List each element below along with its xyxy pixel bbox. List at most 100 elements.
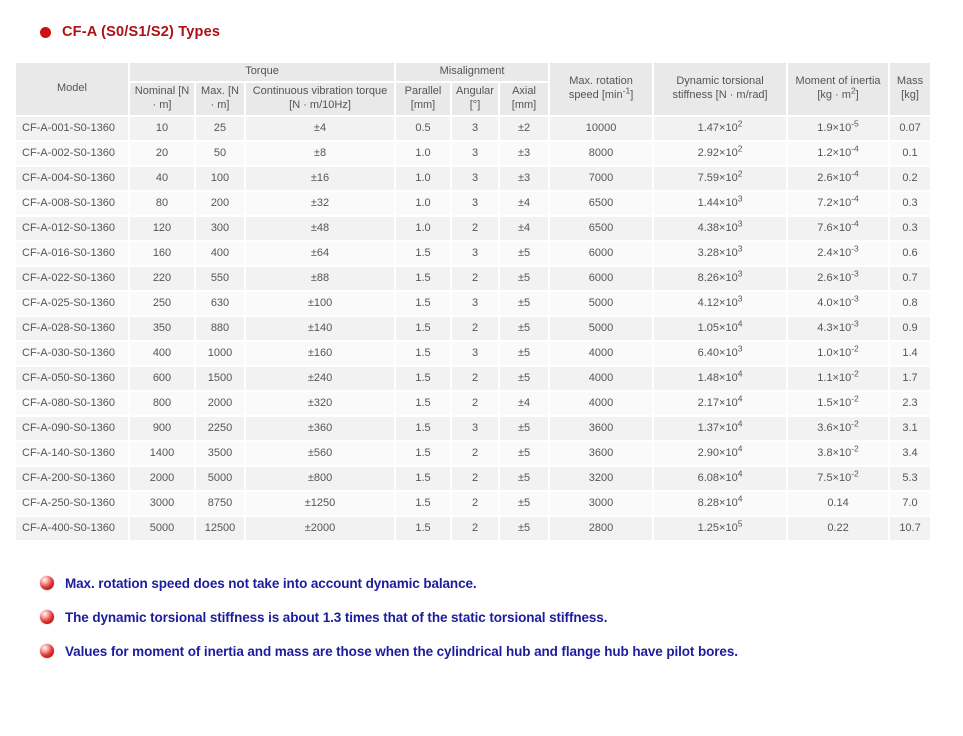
value-cell: ±48 <box>246 217 394 240</box>
value-cell: 3 <box>452 167 498 190</box>
table-row: CF-A-080-S0-13608002000±3201.52±440002.1… <box>16 392 930 415</box>
footnotes: Max. rotation speed does not take into a… <box>40 576 963 659</box>
model-cell: CF-A-030-S0-1360 <box>16 342 128 365</box>
value-cell: 2 <box>452 217 498 240</box>
value-cell: ±140 <box>246 317 394 340</box>
col-header-parallel: Parallel [mm] <box>396 83 450 115</box>
red-orb-bullet-icon <box>40 576 54 590</box>
footnote-text: Values for moment of inertia and mass ar… <box>65 644 738 659</box>
model-cell: CF-A-025-S0-1360 <box>16 292 128 315</box>
model-cell: CF-A-200-S0-1360 <box>16 467 128 490</box>
value-cell: 0.3 <box>890 192 930 215</box>
value-cell: ±4 <box>246 117 394 140</box>
value-cell: 350 <box>130 317 194 340</box>
value-cell: 1.5 <box>396 292 450 315</box>
value-cell: 1.05×104 <box>654 317 786 340</box>
value-cell: 2 <box>452 367 498 390</box>
value-cell: 1.37×104 <box>654 417 786 440</box>
value-cell: 6.40×103 <box>654 342 786 365</box>
value-cell: 1.5 <box>396 492 450 515</box>
value-cell: 2 <box>452 267 498 290</box>
value-cell: 160 <box>130 242 194 265</box>
col-header-max-rotation-speed: Max. rotation speed [min-1] <box>550 63 652 115</box>
table-row: CF-A-004-S0-136040100±161.03±370007.59×1… <box>16 167 930 190</box>
value-cell: ±16 <box>246 167 394 190</box>
value-cell: ±5 <box>500 242 548 265</box>
value-cell: 0.7 <box>890 267 930 290</box>
value-cell: 4000 <box>550 342 652 365</box>
value-cell: 220 <box>130 267 194 290</box>
value-cell: 3 <box>452 142 498 165</box>
col-header-axial: Axial [mm] <box>500 83 548 115</box>
value-cell: 3.8×10-2 <box>788 442 888 465</box>
table-row: CF-A-028-S0-1360350880±1401.52±550001.05… <box>16 317 930 340</box>
value-cell: 1.7 <box>890 367 930 390</box>
col-header-dynamic-torsional-stiffness: Dynamic torsional stiffness [N · m/rad] <box>654 63 786 115</box>
col-header-model: Model <box>16 63 128 115</box>
value-cell: 3000 <box>130 492 194 515</box>
value-cell: 100 <box>196 167 244 190</box>
col-header-mass: Mass [kg] <box>890 63 930 115</box>
model-cell: CF-A-001-S0-1360 <box>16 117 128 140</box>
value-cell: ±5 <box>500 442 548 465</box>
model-cell: CF-A-002-S0-1360 <box>16 142 128 165</box>
value-cell: ±64 <box>246 242 394 265</box>
value-cell: 800 <box>130 392 194 415</box>
section-header: CF-A (S0/S1/S2) Types <box>40 24 963 40</box>
model-cell: CF-A-004-S0-1360 <box>16 167 128 190</box>
table-row: CF-A-050-S0-13606001500±2401.52±540001.4… <box>16 367 930 390</box>
value-cell: 3 <box>452 192 498 215</box>
value-cell: 1.44×103 <box>654 192 786 215</box>
value-cell: 400 <box>130 342 194 365</box>
value-cell: ±4 <box>500 392 548 415</box>
model-cell: CF-A-008-S0-1360 <box>16 192 128 215</box>
value-cell: 6500 <box>550 192 652 215</box>
table-row: CF-A-250-S0-136030008750±12501.52±530008… <box>16 492 930 515</box>
model-cell: CF-A-050-S0-1360 <box>16 367 128 390</box>
model-cell: CF-A-400-S0-1360 <box>16 517 128 540</box>
value-cell: 1.0 <box>396 142 450 165</box>
value-cell: 3.1 <box>890 417 930 440</box>
value-cell: 3 <box>452 417 498 440</box>
value-cell: 2 <box>452 467 498 490</box>
value-cell: ±5 <box>500 317 548 340</box>
value-cell: 2.6×10-3 <box>788 267 888 290</box>
value-cell: 7000 <box>550 167 652 190</box>
value-cell: 0.1 <box>890 142 930 165</box>
value-cell: ±5 <box>500 517 548 540</box>
value-cell: 1000 <box>196 342 244 365</box>
value-cell: 5.3 <box>890 467 930 490</box>
value-cell: 2250 <box>196 417 244 440</box>
value-cell: 3.4 <box>890 442 930 465</box>
spec-table: Model Torque Misalignment Max. rotation … <box>14 61 932 542</box>
value-cell: 1.5 <box>396 467 450 490</box>
value-cell: 3600 <box>550 417 652 440</box>
value-cell: 1.9×10-5 <box>788 117 888 140</box>
footnote: Max. rotation speed does not take into a… <box>40 576 963 591</box>
value-cell: 3500 <box>196 442 244 465</box>
value-cell: 2.3 <box>890 392 930 415</box>
value-cell: 0.8 <box>890 292 930 315</box>
value-cell: 4.0×10-3 <box>788 292 888 315</box>
value-cell: 20 <box>130 142 194 165</box>
value-cell: 2 <box>452 392 498 415</box>
col-header-angular: Angular [°] <box>452 83 498 115</box>
value-cell: 0.07 <box>890 117 930 140</box>
footnote-text: Max. rotation speed does not take into a… <box>65 576 477 591</box>
value-cell: 1.5 <box>396 417 450 440</box>
value-cell: 7.0 <box>890 492 930 515</box>
model-cell: CF-A-250-S0-1360 <box>16 492 128 515</box>
value-cell: 6000 <box>550 267 652 290</box>
value-cell: 1400 <box>130 442 194 465</box>
value-cell: 8000 <box>550 142 652 165</box>
value-cell: 6.08×104 <box>654 467 786 490</box>
value-cell: ±4 <box>500 217 548 240</box>
value-cell: 1.5 <box>396 342 450 365</box>
value-cell: 5000 <box>196 467 244 490</box>
value-cell: 3.28×103 <box>654 242 786 265</box>
table-row: CF-A-090-S0-13609002250±3601.53±536001.3… <box>16 417 930 440</box>
value-cell: 10 <box>130 117 194 140</box>
value-cell: 1.1×10-2 <box>788 367 888 390</box>
table-row: CF-A-001-S0-13601025±40.53±2100001.47×10… <box>16 117 930 140</box>
table-row: CF-A-002-S0-13602050±81.03±380002.92×102… <box>16 142 930 165</box>
